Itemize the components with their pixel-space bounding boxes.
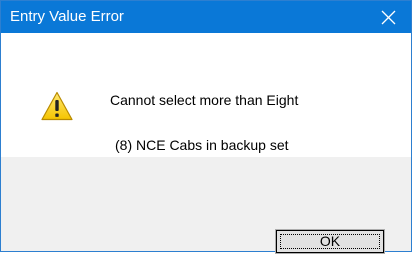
message-line-2: (8) NCE Cabs in backup set — [115, 137, 289, 153]
warning-icon — [41, 91, 73, 121]
ok-button[interactable]: OK — [275, 229, 385, 254]
ok-button-label: OK — [319, 233, 341, 249]
message-area: Cannot select more than Eight (8) NCE Ca… — [1, 33, 411, 157]
button-bar: OK — [1, 157, 411, 254]
error-dialog: Entry Value Error Cannot select more tha… — [0, 0, 412, 254]
close-icon — [381, 10, 396, 25]
message-line-1: Cannot select more than Eight — [110, 92, 299, 108]
close-button[interactable] — [366, 1, 411, 33]
dialog-title: Entry Value Error — [10, 8, 124, 25]
title-bar[interactable]: Entry Value Error — [1, 1, 411, 33]
